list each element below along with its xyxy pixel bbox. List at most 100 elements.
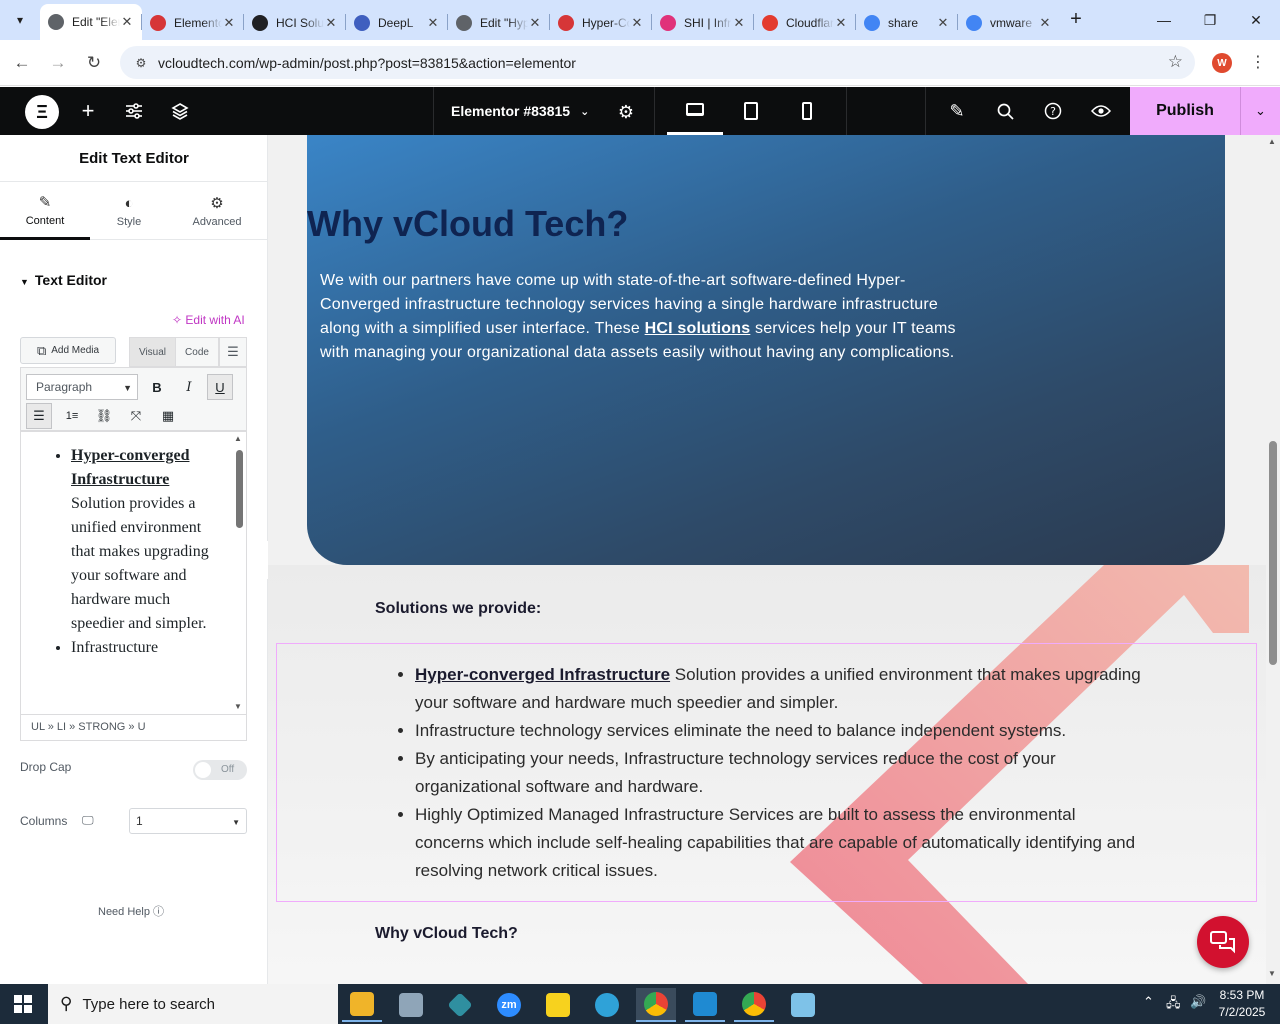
browser-tab[interactable]: Cloudflare✕ (754, 6, 856, 40)
browser-tab[interactable]: HCI Solutions✕ (244, 6, 346, 40)
close-tab-icon[interactable]: ✕ (324, 15, 338, 31)
add-element-plus-icon[interactable]: + (76, 98, 100, 123)
browser-tab[interactable]: Elementor✕ (142, 6, 244, 40)
toolbar-toggle-icon[interactable]: ☰ (219, 337, 247, 367)
scroll-thumb[interactable] (236, 450, 243, 528)
bookmark-star-icon[interactable]: ☆ (1168, 52, 1183, 72)
close-tab-icon[interactable]: ✕ (426, 15, 440, 31)
new-tab-plus-icon[interactable]: + (1066, 9, 1086, 29)
need-help-link[interactable]: Need Help ⓘ (98, 903, 164, 919)
close-tab-icon[interactable]: ✕ (936, 15, 950, 31)
visual-tab[interactable]: Visual (129, 337, 176, 367)
desktop-device-icon[interactable] (667, 87, 723, 135)
close-tab-icon[interactable]: ✕ (120, 14, 134, 30)
mobile-device-icon[interactable] (779, 87, 835, 135)
scroll-up-icon[interactable]: ▲ (234, 434, 242, 443)
sticky-notes-icon[interactable] (538, 988, 578, 1022)
publish-button[interactable]: Publish (1130, 87, 1240, 135)
finder-search-icon[interactable] (993, 99, 1017, 123)
editor-content[interactable]: Hyper-converged Infrastructure Solution … (20, 431, 247, 715)
close-tab-icon[interactable]: ✕ (732, 15, 746, 31)
code-tab[interactable]: Code (175, 337, 219, 367)
teal-app-icon[interactable] (440, 988, 480, 1022)
vscode-icon[interactable] (685, 988, 725, 1022)
restore-icon[interactable]: ❐ (1187, 0, 1233, 40)
list-item[interactable]: Infrastructure (71, 636, 226, 660)
drop-cap-toggle[interactable]: Off (193, 760, 247, 780)
toolbar-toggle-grid-icon[interactable]: ▦ (155, 403, 181, 429)
editor-scrollbar[interactable]: ▲ ▼ (232, 432, 246, 714)
numbered-list-icon[interactable]: 1≡ (59, 403, 85, 429)
tab-content[interactable]: ✎ Content (0, 182, 90, 240)
close-window-icon[interactable]: ✕ (1233, 0, 1279, 40)
notes-pin-icon[interactable]: ✎ (945, 99, 969, 123)
close-tab-icon[interactable]: ✕ (834, 15, 848, 31)
list-item[interactable]: Hyper-converged Infrastructure Solution … (71, 444, 226, 636)
scroll-down-icon[interactable]: ▼ (234, 702, 242, 711)
list-item[interactable]: Highly Optimized Managed Infrastructure … (415, 801, 1149, 885)
link-icon[interactable]: ⛓ (91, 403, 117, 429)
zoom-app-icon[interactable]: zm (489, 988, 529, 1022)
browser-tab[interactable]: DeepL ✕ (346, 6, 448, 40)
bulleted-list-icon[interactable]: ☰ (26, 403, 52, 429)
bold-icon[interactable]: B (144, 374, 170, 400)
columns-select[interactable]: 1 ▼ (129, 808, 247, 834)
paragraph-format-select[interactable]: Paragraph ▼ (26, 374, 138, 400)
site-settings-icon[interactable]: ⚙ (132, 54, 150, 72)
notepad-icon[interactable] (783, 988, 823, 1022)
tab-advanced[interactable]: ⚙ Advanced (172, 182, 262, 240)
close-tab-icon[interactable]: ✕ (528, 15, 542, 31)
scroll-thumb[interactable] (1269, 441, 1277, 665)
tab-style[interactable]: ◐ Style (84, 182, 174, 240)
close-tab-icon[interactable]: ✕ (222, 15, 236, 31)
add-media-button[interactable]: ⧉ Add Media (20, 337, 116, 364)
address-bar[interactable]: ⚙ vcloudtech.com/wp-admin/post.php?post=… (120, 46, 1195, 79)
list-item-strong[interactable]: Hyper-converged Infrastructure (415, 665, 670, 684)
publish-options-chevron-icon[interactable]: ⌄ (1240, 87, 1280, 135)
help-question-icon[interactable]: ? (1041, 99, 1065, 123)
tablet-device-icon[interactable] (723, 87, 779, 135)
elementor-logo-icon[interactable]: Ξ (25, 95, 59, 129)
browser-tab[interactable]: Edit "Hyper✕ (448, 6, 550, 40)
responsive-desktop-icon[interactable]: 🖵 (82, 813, 94, 828)
network-icon[interactable]: 🖧 (1166, 994, 1181, 1016)
edit-with-ai-button[interactable]: ✧ Edit with AI (172, 313, 245, 327)
page-scrollbar[interactable]: ▲ ▼ (1266, 135, 1280, 984)
back-arrow-icon[interactable]: ← (9, 50, 35, 76)
scroll-up-icon[interactable]: ▲ (1268, 137, 1276, 146)
tab-search-chevron-icon[interactable]: ▾ (8, 8, 32, 32)
tray-chevron-up-icon[interactable]: ⌃ (1143, 994, 1154, 1010)
chrome-profile-icon[interactable] (734, 988, 774, 1022)
solutions-list[interactable]: Hyper-converged Infrastructure Solution … (389, 661, 1149, 885)
browser-tab[interactable]: share ✕ (856, 6, 958, 40)
list-item[interactable]: Hyper-converged Infrastructure Solution … (415, 661, 1149, 717)
section-toggle-text-editor[interactable]: ▼ Text Editor (20, 272, 107, 288)
structure-layers-icon[interactable] (168, 99, 192, 123)
list-item[interactable]: Infrastructure technology services elimi… (415, 717, 1149, 745)
italic-icon[interactable]: I (176, 374, 202, 400)
browser-tab[interactable]: Edit "Elementor✕ (40, 4, 142, 40)
fullscreen-icon[interactable]: ⤧ (123, 403, 149, 429)
file-explorer-icon[interactable] (342, 988, 382, 1022)
list-item[interactable]: By anticipating your needs, Infrastructu… (415, 745, 1149, 801)
reload-icon[interactable]: ↻ (81, 50, 107, 76)
profile-avatar[interactable]: W (1212, 53, 1232, 73)
why-heading-2[interactable]: Why vCloud Tech? (375, 925, 518, 943)
windows-start-icon[interactable] (14, 995, 32, 1013)
browser-tab[interactable]: Hyper-Converged✕ (550, 6, 652, 40)
edge-browser-icon[interactable] (587, 988, 627, 1022)
chrome-icon[interactable] (636, 988, 676, 1022)
taskbar-search-box[interactable]: ⚲ Type here to search (48, 984, 338, 1024)
browser-tab[interactable]: vmware ✕ (958, 6, 1060, 40)
site-settings-sliders-icon[interactable] (122, 99, 146, 123)
preview-eye-icon[interactable] (1089, 99, 1113, 123)
chat-bubble-icon[interactable] (1197, 916, 1249, 968)
volume-icon[interactable]: 🔊 (1190, 994, 1206, 1010)
close-tab-icon[interactable]: ✕ (1038, 15, 1052, 31)
browser-menu-icon[interactable]: ⋮ (1248, 52, 1268, 72)
forward-arrow-icon[interactable]: → (45, 50, 71, 76)
taskbar-clock[interactable]: 8:53 PM 7/2/2025 (1212, 987, 1272, 1021)
close-tab-icon[interactable]: ✕ (630, 15, 644, 31)
browser-tab[interactable]: SHI | Infra✕ (652, 6, 754, 40)
minimize-icon[interactable]: — (1141, 0, 1187, 40)
